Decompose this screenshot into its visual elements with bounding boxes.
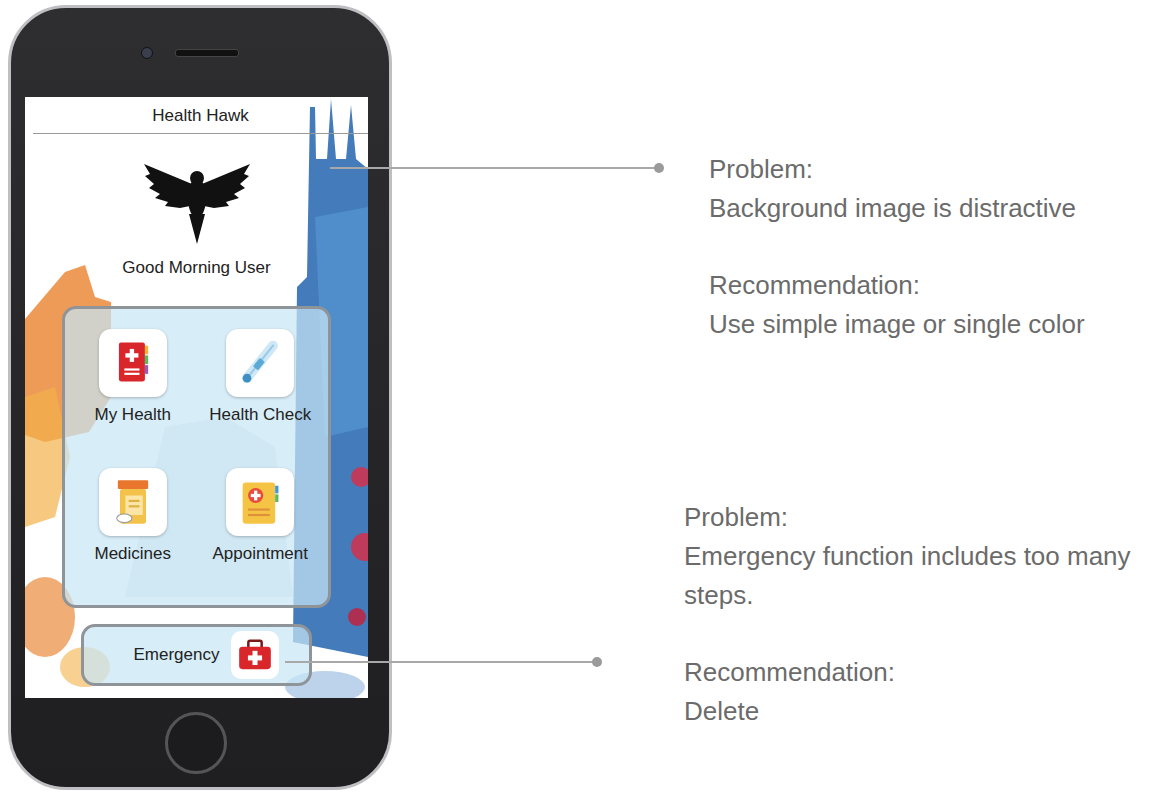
recommendation-heading: Recommendation: [684, 653, 1154, 692]
callout-dot [592, 657, 602, 667]
tile-icon-box [226, 468, 294, 536]
tile-icon-box [99, 468, 167, 536]
problem-heading: Problem: [709, 150, 1164, 189]
phone-top [11, 8, 389, 97]
recommendation-text: Delete [684, 692, 1154, 731]
menu-tile[interactable]: My Health [69, 329, 197, 452]
pill-bottle-icon [107, 476, 159, 528]
tile-label: Appointment [213, 544, 308, 564]
home-button[interactable] [165, 712, 227, 774]
app-title: Health Hawk [33, 97, 368, 134]
tile-icon-box [226, 329, 294, 397]
callout-dot [654, 163, 664, 173]
problem-heading: Problem: [684, 498, 1154, 537]
annotation: Problem:Background image is distractive R… [709, 150, 1164, 344]
first-aid-kit-icon [235, 635, 275, 675]
appointment-form-icon [234, 476, 286, 528]
emergency-icon-box [231, 631, 279, 679]
hawk-logo-icon [142, 156, 252, 246]
health-record-icon [107, 337, 159, 389]
menu-panel: My Health Health Check Medicines Appointmen… [62, 306, 331, 608]
emergency-button[interactable]: Emergency [81, 624, 312, 686]
speaker-icon [175, 49, 239, 57]
menu-tile[interactable]: Medicines [69, 468, 197, 591]
camera-icon [141, 47, 153, 59]
tile-label: Medicines [94, 544, 171, 564]
callout-line [285, 661, 597, 663]
tile-icon-box [99, 329, 167, 397]
emergency-label: Emergency [134, 645, 220, 665]
tile-label: My Health [94, 405, 171, 425]
recommendation-text: Use simple image or single color [709, 305, 1164, 344]
annotation: Problem:Emergency function includes too … [684, 498, 1154, 731]
phone-mockup: Health Hawk Good Morning User My Health Hea… [8, 5, 392, 790]
slide: Health Hawk Good Morning User My Health Hea… [0, 0, 1170, 794]
tile-label: Health Check [209, 405, 311, 425]
greeting-text: Good Morning User [122, 258, 270, 278]
problem-text: Emergency function includes too many ste… [684, 537, 1154, 615]
recommendation-heading: Recommendation: [709, 266, 1164, 305]
phone-bottom [11, 698, 389, 787]
problem-text: Background image is distractive [709, 189, 1164, 228]
app-screen: Health Hawk Good Morning User My Health Hea… [25, 97, 368, 698]
callout-line [330, 167, 659, 169]
thermometer-icon [234, 337, 286, 389]
menu-tile[interactable]: Appointment [197, 468, 325, 591]
menu-tile[interactable]: Health Check [197, 329, 325, 452]
